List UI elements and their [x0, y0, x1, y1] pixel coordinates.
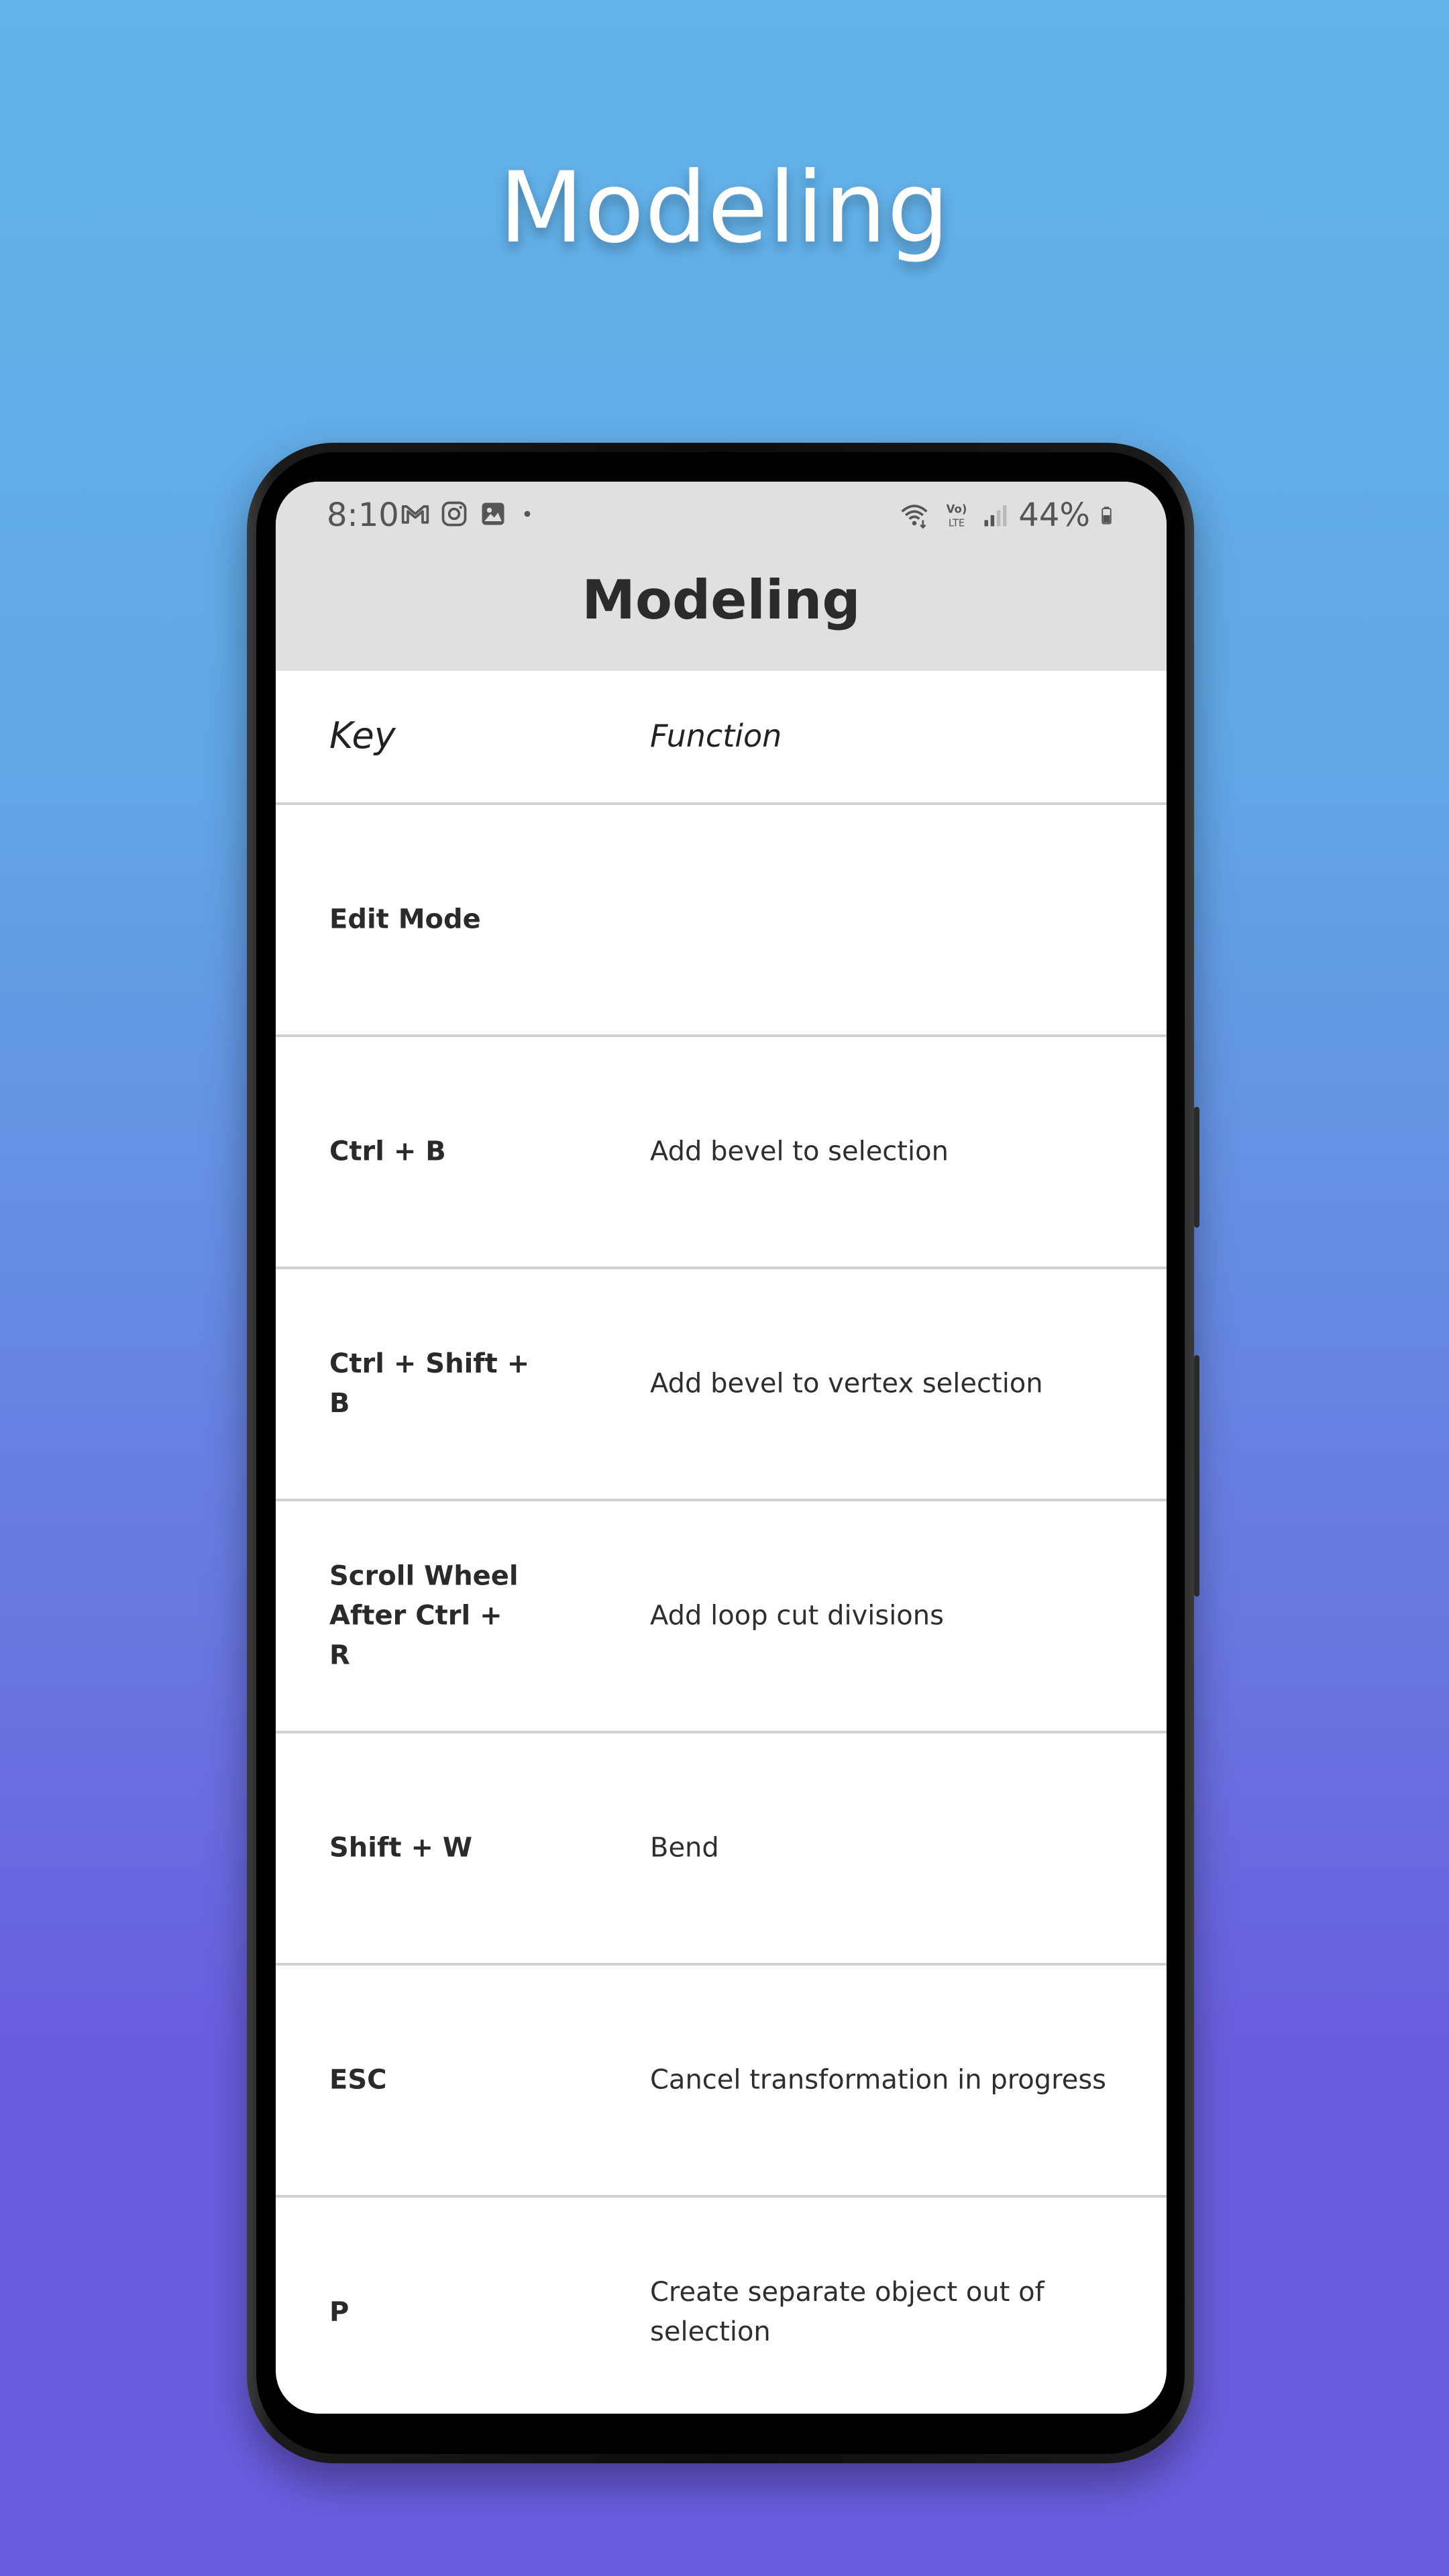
key-cell: Ctrl + Shift + B: [329, 1348, 530, 1419]
shortcut-table: Key Function Edit Mode Ctrl + B Add beve…: [276, 671, 1167, 2414]
function-cell: Cancel transformation in progress: [650, 2064, 1107, 2096]
status-time: 8:10: [327, 496, 399, 534]
table-row: Scroll Wheel After Ctrl + R Add loop cut…: [276, 1501, 1167, 1733]
system-icons: Vo) LTE 44%: [896, 496, 1118, 534]
table-row: P Create separate object out of selectio…: [276, 2198, 1167, 2414]
table-row: Ctrl + B Add bevel to selection: [276, 1037, 1167, 1269]
table-row: ESC Cancel transformation in progress: [276, 1966, 1167, 2198]
svg-text:LTE: LTE: [949, 518, 965, 529]
table-row: Edit Mode: [276, 805, 1167, 1037]
signal-icon: [984, 505, 1007, 527]
gmail-icon: [401, 505, 429, 524]
function-cell: Add bevel to selection: [650, 1136, 949, 1167]
volume-button: [1194, 1107, 1199, 1228]
key-cell: Scroll Wheel After Ctrl + R: [329, 1560, 519, 1671]
key-cell: Ctrl + B: [329, 1136, 446, 1167]
volte-icon: Vo) LTE: [947, 502, 967, 529]
gallery-icon: [482, 502, 504, 525]
instagram-icon: [441, 501, 467, 527]
function-cell: Create separate object out of selection: [650, 2277, 1044, 2347]
page-title: Modeling: [582, 569, 861, 631]
header-function: Function: [650, 718, 782, 754]
function-cell: Add loop cut divisions: [650, 1600, 944, 1631]
status-bar: 8:10 Vo) LTE 44%: [276, 482, 1167, 546]
notification-icons: [400, 499, 537, 529]
function-cell: Add bevel to vertex selection: [650, 1368, 1043, 1399]
dot-icon: [524, 511, 531, 517]
key-cell: Edit Mode: [329, 904, 481, 935]
table-header: Key Function: [276, 671, 1167, 805]
battery-percentage: 44%: [1018, 496, 1090, 534]
header-key: Key: [329, 714, 396, 757]
wifi-icon: [901, 504, 928, 529]
battery-icon: [1102, 506, 1112, 525]
table-row: Shift + W Bend: [276, 1733, 1167, 1966]
function-cell: Bend: [650, 1832, 719, 1864]
table-row: Ctrl + Shift + B Add bevel to vertex sel…: [276, 1269, 1167, 1501]
hero-title: Modeling: [498, 151, 951, 265]
phone-screen: 8:10 Vo) LTE 44% Modeling Key Function E…: [276, 482, 1167, 2414]
key-cell: P: [329, 2296, 350, 2328]
svg-text:Vo): Vo): [947, 502, 967, 515]
key-cell: Shift + W: [329, 1832, 473, 1864]
power-button: [1194, 1355, 1199, 1597]
key-cell: ESC: [329, 2064, 387, 2096]
app-bar: 8:10 Vo) LTE 44% Modeling: [276, 482, 1167, 671]
